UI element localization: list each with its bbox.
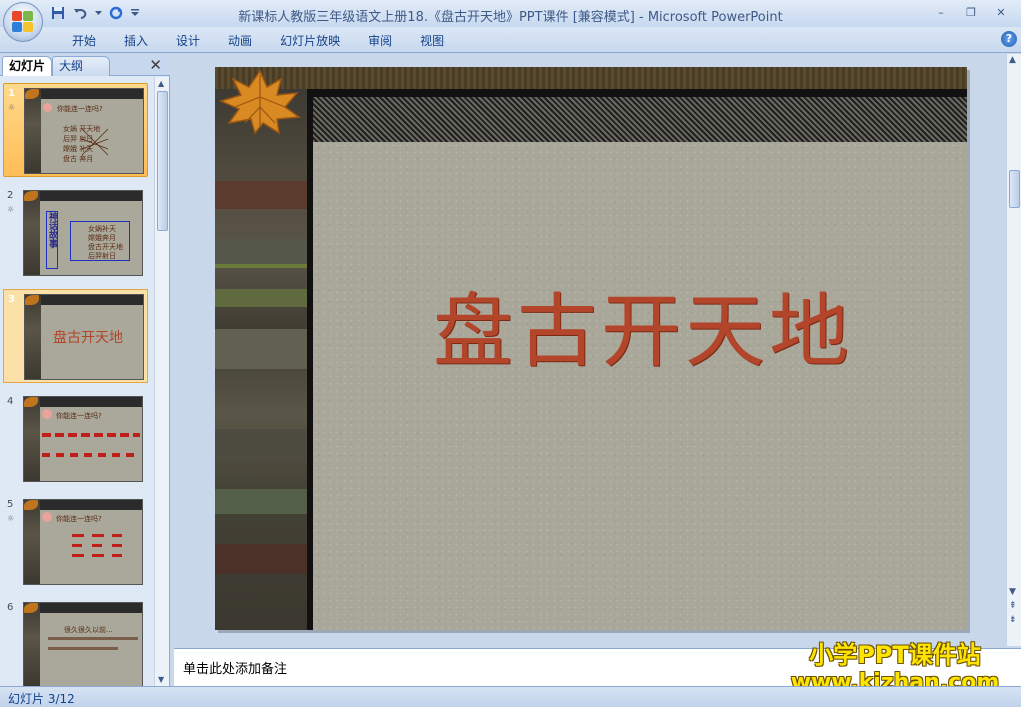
text-line: [48, 637, 138, 640]
slide-thumbnail-6[interactable]: 6 很久很久以前...: [3, 598, 148, 686]
scroll-down-arrow-icon[interactable]: ▼: [1009, 588, 1016, 597]
slide-thumbnail-3[interactable]: 3 盘古开天地: [3, 289, 148, 383]
slide-number: 1: [8, 88, 15, 99]
slide-editing-area: 盘古开天地: [172, 54, 1006, 646]
slides-panel: 幻灯片 大纲 ✕ 1 ☼ 你能连一连吗? 女娲 开天地 后羿 射日 嫦娥 补天 …: [0, 54, 170, 686]
minimize-button[interactable]: –: [927, 3, 955, 21]
slide-left-column: [215, 89, 307, 630]
thumbnail-title: 盘古开天地: [53, 330, 123, 346]
animation-icon: ☼: [7, 514, 15, 523]
slide-preview: 很久很久以前...: [23, 602, 143, 686]
notes-placeholder[interactable]: 单击此处添加备注: [183, 658, 287, 677]
thumbnail-text: 你能连一连吗?: [56, 412, 102, 420]
window-controls: – ❐ ✕: [927, 3, 1015, 21]
slide-top-band: [215, 67, 967, 89]
watermark-title: 小学PPT课件站: [809, 641, 981, 669]
red-word-row: [72, 534, 122, 537]
tab-design[interactable]: 设计: [162, 32, 214, 50]
red-word-row: [42, 453, 140, 457]
thumbnail-text: 你能连一连吗?: [56, 515, 102, 523]
red-word-row: [42, 433, 140, 437]
text-line: [48, 647, 118, 650]
slide-thumbnail-2[interactable]: 2 ☼ 神话故事 女娲补天 嫦娥奔月 盘古开天地 后羿射日: [3, 186, 148, 280]
scroll-up-arrow-icon[interactable]: ▲: [158, 79, 164, 88]
office-button[interactable]: [3, 2, 43, 42]
office-logo-icon: [12, 11, 34, 33]
thumbnail-scrollbar[interactable]: ▲ ▼: [154, 77, 169, 686]
flower-icon: [42, 409, 52, 419]
tab-animations[interactable]: 动画: [214, 32, 266, 50]
animation-icon: ☼: [8, 103, 16, 112]
slide-pattern-band: [313, 97, 967, 142]
slide-thumbnail-list: 1 ☼ 你能连一连吗? 女娲 开天地 后羿 射日 嫦娥 补天 盘古 奔月 2 ☼: [0, 77, 154, 686]
slide-number: 4: [7, 396, 14, 407]
thumbnail-text: 你能连一连吗?: [57, 105, 103, 113]
tab-view[interactable]: 视图: [406, 32, 458, 50]
panel-tab-bar: 幻灯片 大纲 ✕: [0, 54, 170, 76]
animation-icon: ☼: [7, 205, 15, 214]
tab-home[interactable]: 开始: [58, 32, 110, 50]
maple-leaf-icon: [218, 69, 302, 135]
thumbnail-text: 后羿射日: [88, 252, 116, 260]
status-bar: 幻灯片 3/12: [0, 686, 1021, 707]
slide-preview: 你能连一连吗?: [23, 499, 143, 585]
slide-number: 2: [7, 190, 14, 201]
thumbnail-text: 很久很久以前...: [64, 626, 113, 634]
slide-title[interactable]: 盘古开天地: [383, 267, 903, 383]
next-slide-icon[interactable]: ⇟: [1009, 616, 1017, 625]
red-word-row: [72, 544, 122, 547]
slide-preview: 神话故事 女娲补天 嫦娥奔月 盘古开天地 后羿射日: [23, 190, 143, 276]
slide-preview: 盘古开天地: [24, 294, 144, 380]
tab-slide-show[interactable]: 幻灯片放映: [266, 32, 354, 50]
scrollbar-thumb[interactable]: [1009, 170, 1020, 208]
slide-number: 6: [7, 602, 14, 613]
powerpoint-window: 新课标人教版三年级语文上册18.《盘古开天地》PPT课件 [兼容模式] - Mi…: [0, 0, 1021, 707]
connecting-lines: [81, 128, 109, 156]
close-button[interactable]: ✕: [987, 3, 1015, 21]
flower-icon: [43, 103, 52, 112]
close-panel-icon[interactable]: ✕: [149, 56, 162, 74]
main-vertical-scrollbar[interactable]: ▲ ▼ ⇞ ⇟: [1006, 54, 1021, 646]
slide-number: 3: [8, 294, 15, 305]
tab-slides[interactable]: 幻灯片: [2, 56, 53, 76]
tab-review[interactable]: 审阅: [354, 32, 406, 50]
slide-number: 5: [7, 499, 14, 510]
slide-background: 盘古开天地: [313, 142, 967, 630]
window-title: 新课标人教版三年级语文上册18.《盘古开天地》PPT课件 [兼容模式] - Mi…: [238, 10, 783, 25]
scroll-down-arrow-icon[interactable]: ▼: [158, 675, 164, 684]
title-bar: 新课标人教版三年级语文上册18.《盘古开天地》PPT课件 [兼容模式] - Mi…: [0, 0, 1021, 27]
help-icon[interactable]: ?: [1001, 31, 1017, 47]
ribbon-tab-bar: 开始 插入 设计 动画 幻灯片放映 审阅 视图 ?: [0, 27, 1021, 53]
flower-icon: [42, 512, 52, 522]
slide-indicator: 幻灯片 3/12: [8, 692, 75, 706]
slide-thumbnail-1[interactable]: 1 ☼ 你能连一连吗? 女娲 开天地 后羿 射日 嫦娥 补天 盘古 奔月: [3, 83, 148, 177]
slide-content-frame: 盘古开天地: [307, 89, 967, 630]
slide-preview: 你能连一连吗?: [23, 396, 143, 482]
restore-button[interactable]: ❐: [957, 3, 985, 21]
vertical-title: 神话故事: [46, 211, 58, 269]
tab-outline[interactable]: 大纲: [52, 56, 110, 76]
slide-thumbnail-5[interactable]: 5 ☼ 你能连一连吗?: [3, 495, 148, 589]
slide-thumbnail-4[interactable]: 4 你能连一连吗?: [3, 392, 148, 486]
tab-insert[interactable]: 插入: [110, 32, 162, 50]
red-word-row: [72, 554, 122, 557]
scroll-up-arrow-icon[interactable]: ▲: [1009, 56, 1016, 65]
current-slide[interactable]: 盘古开天地: [215, 67, 967, 630]
previous-slide-icon[interactable]: ⇞: [1009, 602, 1017, 611]
slide-preview: 你能连一连吗? 女娲 开天地 后羿 射日 嫦娥 补天 盘古 奔月: [24, 88, 144, 174]
scrollbar-thumb[interactable]: [157, 91, 168, 231]
